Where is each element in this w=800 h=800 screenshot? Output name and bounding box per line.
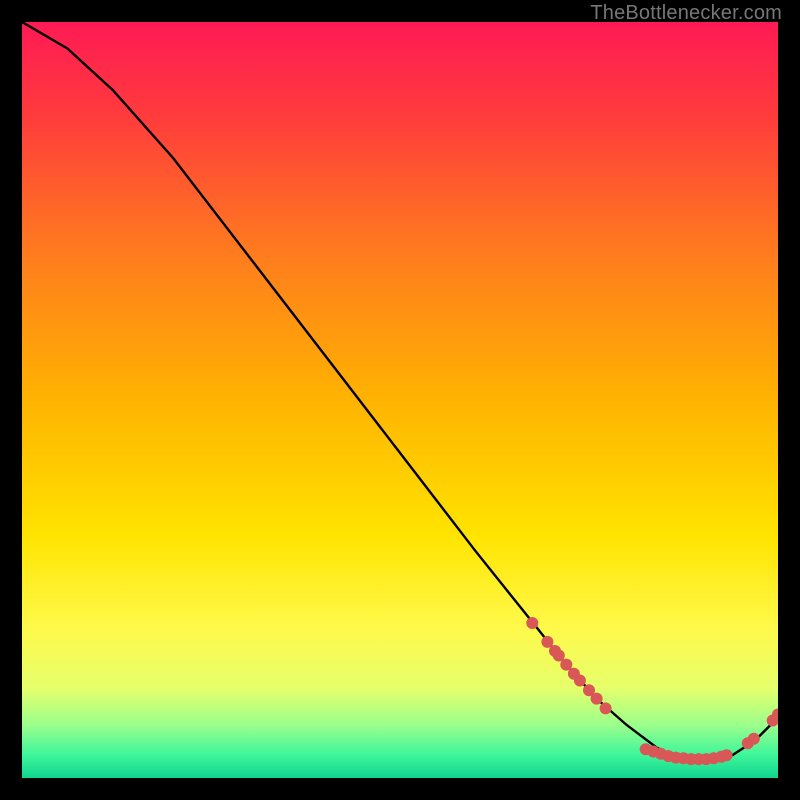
gradient-background [22, 22, 778, 778]
attribution-text: TheBottlenecker.com [590, 2, 782, 25]
chart-root: TheBottlenecker.com [0, 0, 800, 800]
data-marker [591, 693, 603, 705]
data-marker [526, 617, 538, 629]
data-marker [721, 749, 733, 761]
plot-area [22, 22, 778, 778]
data-marker [748, 733, 760, 745]
data-marker [574, 675, 586, 687]
data-marker [600, 702, 612, 714]
bottleneck-chart [22, 22, 778, 778]
